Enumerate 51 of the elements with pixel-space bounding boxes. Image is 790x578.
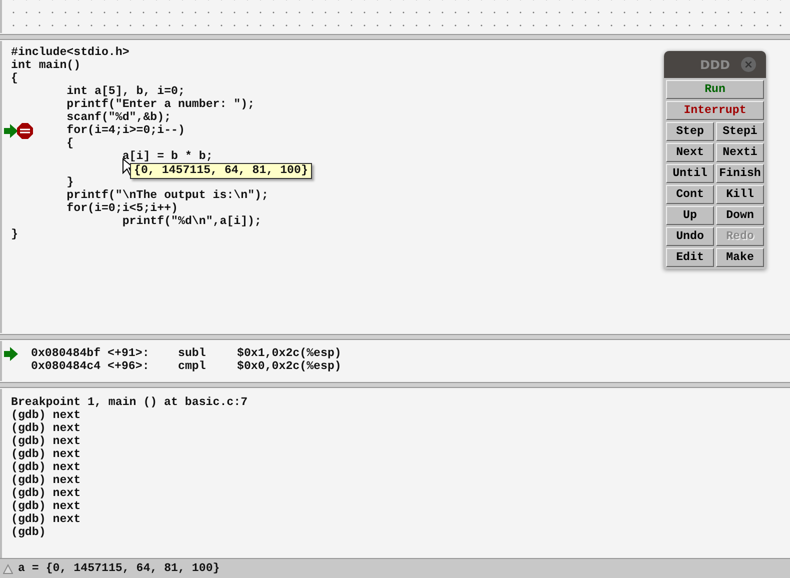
code-line: #include<stdio.h> (11, 46, 130, 59)
command-button[interactable]: Edit (666, 248, 714, 267)
command-button[interactable]: Undo (666, 227, 714, 246)
console-line: (gdb) next (11, 461, 82, 474)
value-tooltip: {0, 1457115, 64, 81, 100} (130, 163, 312, 179)
warning-triangle-icon (3, 564, 13, 574)
console-line: Breakpoint 1, main () at basic.c:7 (11, 396, 249, 409)
code-line: { (66, 137, 74, 150)
code-line: { (11, 72, 18, 85)
console-line: (gdb) next (11, 435, 82, 448)
instruction-address: 0x080484bf <+91>: (31, 347, 150, 360)
command-button[interactable]: Nexti (716, 143, 764, 162)
command-button[interactable]: Finish (716, 164, 764, 183)
code-line: printf("%d\n",a[i]); (122, 215, 262, 228)
instruction-opcode: cmpl (178, 360, 207, 373)
console-line: (gdb) (11, 526, 47, 539)
command-button[interactable]: Down (716, 206, 764, 225)
console-line: (gdb) next (11, 474, 82, 487)
instruction-opcode: subl (178, 347, 207, 360)
code-line: printf("Enter a number: "); (66, 98, 255, 111)
command-button[interactable]: Cont (666, 185, 714, 204)
command-button[interactable]: Until (666, 164, 714, 183)
instruction-address: 0x080484c4 <+96>: (31, 360, 150, 373)
command-button[interactable]: Make (716, 248, 764, 267)
close-icon[interactable] (741, 57, 756, 72)
code-line: scanf("%d",&b); (66, 111, 172, 124)
command-button[interactable]: Run (666, 80, 764, 99)
console-line: (gdb) next (11, 513, 82, 526)
code-line: for(i=0;i<5;i++) (66, 202, 178, 215)
command-button[interactable]: Step (666, 122, 714, 141)
code-line: } (11, 228, 18, 241)
instruction-operands: $0x1,0x2c(%esp) (237, 347, 342, 360)
console-line: (gdb) next (11, 422, 82, 435)
code-line: int main() (11, 59, 81, 72)
code-line: printf("\nThe output is:\n"); (66, 189, 268, 202)
instruction-operands: $0x0,0x2c(%esp) (237, 360, 342, 373)
console-line: (gdb) next (11, 448, 82, 461)
code-line: } (66, 176, 74, 189)
status-text: a = {0, 1457115, 64, 81, 100} (18, 562, 220, 575)
command-button[interactable]: Interrupt (666, 101, 764, 120)
code-line: a[i] = b * b; (122, 150, 213, 163)
code-line: for(i=4;i>=0;i--) (66, 124, 185, 137)
window-title: DDD (700, 58, 730, 72)
command-button[interactable]: Up (666, 206, 714, 225)
command-button[interactable]: Kill (716, 185, 764, 204)
console-line: (gdb) next (11, 409, 82, 422)
command-button[interactable]: Stepi (716, 122, 764, 141)
code-line: int a[5], b, i=0; (66, 85, 185, 98)
command-button[interactable]: Next (666, 143, 714, 162)
console-line: (gdb) next (11, 500, 82, 513)
console-line: (gdb) next (11, 487, 82, 500)
